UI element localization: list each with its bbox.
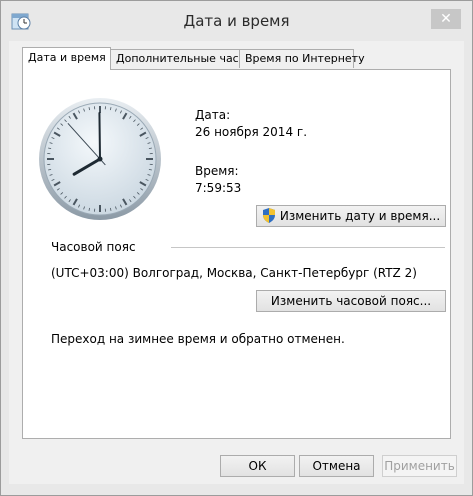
timezone-value: (UTC+03:00) Волгоград, Москва, Санкт-Пет…	[51, 266, 417, 280]
time-value: 7:59:53	[195, 181, 242, 195]
dialog-client-area: Дата и время Дополнительные часы Время п…	[9, 41, 464, 484]
tab-internet-time[interactable]: Время по Интернету	[239, 49, 365, 68]
timezone-divider	[171, 247, 445, 248]
window-title: Дата и время	[183, 12, 290, 30]
cancel-label: Отмена	[312, 459, 361, 473]
uac-shield-icon	[262, 208, 275, 223]
title-bar[interactable]: Дата и время ✕	[1, 1, 472, 41]
time-label: Время:	[195, 164, 239, 178]
cancel-button[interactable]: Отмена	[299, 455, 374, 477]
apply-label: Применить	[384, 459, 455, 473]
change-date-time-button[interactable]: Изменить дату и время...	[256, 205, 446, 227]
apply-button[interactable]: Применить	[382, 455, 457, 477]
analog-clock	[39, 98, 161, 220]
ok-label: ОК	[248, 459, 267, 473]
dst-note: Переход на зимнее время и обратно отмене…	[51, 332, 345, 346]
tab-label: Время по Интернету	[245, 52, 365, 65]
tab-date-time[interactable]: Дата и время	[22, 47, 111, 70]
tab-additional-clocks[interactable]: Дополнительные часы	[110, 49, 247, 68]
clock-minute-hand	[98, 112, 101, 160]
change-date-time-label: Изменить дату и время...	[279, 209, 441, 223]
date-time-dialog: Дата и время ✕ Дата и время Дополнительн…	[0, 0, 473, 496]
change-timezone-label: Изменить часовой пояс...	[270, 294, 432, 308]
tab-label: Дополнительные часы	[116, 52, 248, 65]
timezone-header: Часовой пояс	[51, 240, 136, 254]
ok-button[interactable]: ОК	[220, 455, 295, 477]
date-label: Дата:	[195, 108, 231, 122]
change-timezone-button[interactable]: Изменить часовой пояс...	[256, 290, 446, 312]
close-icon: ✕	[440, 11, 452, 27]
tab-label: Дата и время	[28, 51, 106, 64]
date-value: 26 ноября 2014 г.	[195, 125, 308, 139]
tab-panel-date-time: Дата: 26 ноября 2014 г. Время: 7:59:53 И…	[22, 69, 451, 439]
close-button[interactable]: ✕	[431, 9, 461, 29]
